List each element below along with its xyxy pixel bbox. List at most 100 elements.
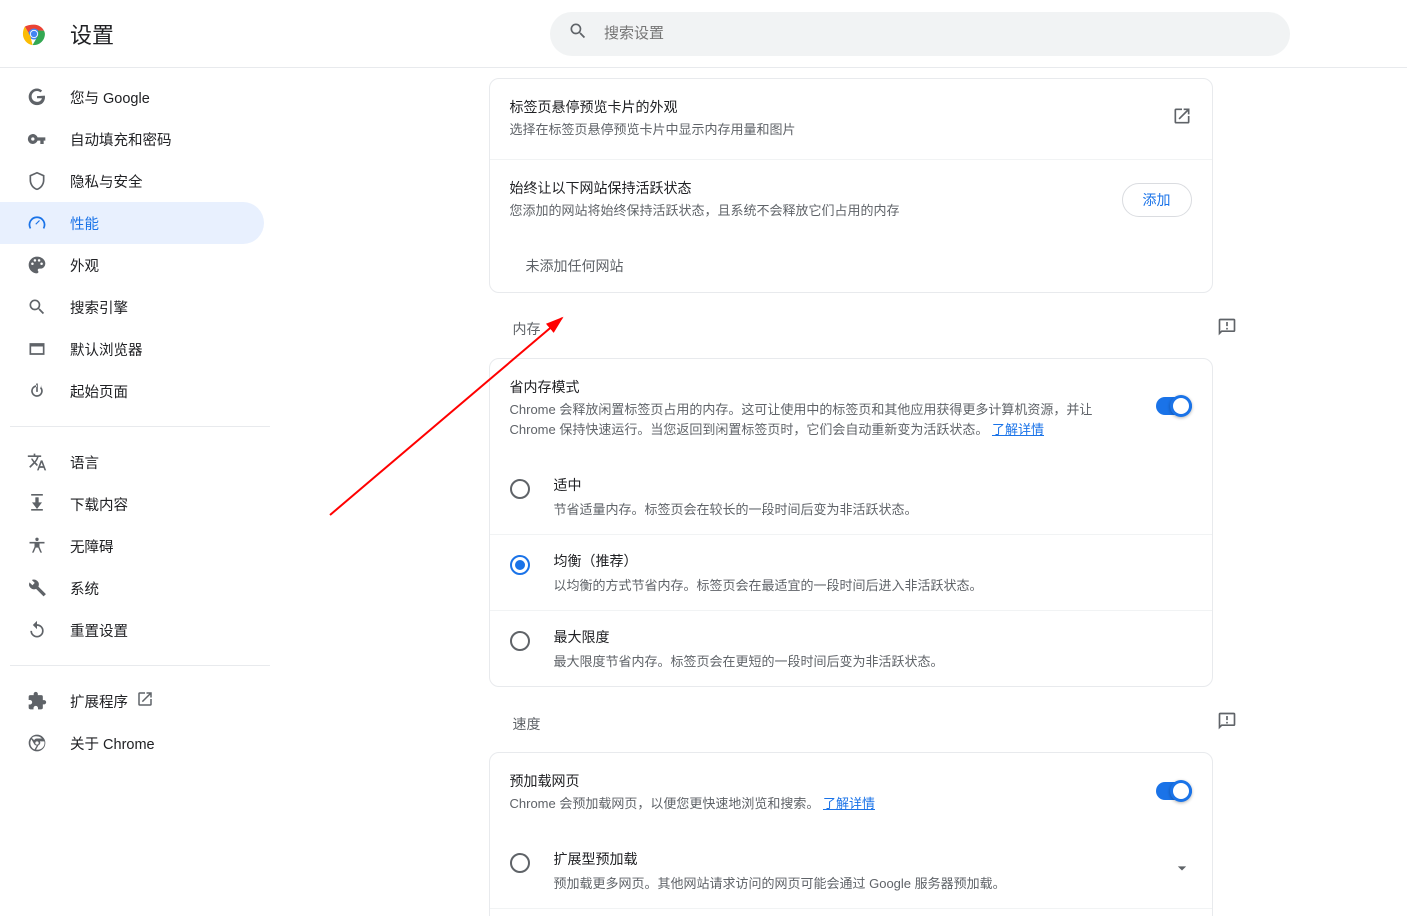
- radio-button[interactable]: [510, 479, 530, 499]
- sidebar-item-search-engine[interactable]: 搜索引擎: [0, 286, 264, 328]
- sidebar-item-label: 默认浏览器: [70, 339, 143, 360]
- row-title: 预加载网页: [510, 771, 1136, 792]
- sidebar-item-system[interactable]: 系统: [0, 567, 264, 609]
- chrome-outline-icon: [26, 732, 48, 754]
- download-icon: [26, 493, 48, 515]
- row-subtitle: Chrome 会释放闲置标签页占用的内存。这可让使用中的标签页和其他应用获得更多…: [510, 400, 1136, 442]
- radio-option-maximum[interactable]: 最大限度 最大限度节省内存。标签页会在更短的一段时间后变为非活跃状态。: [490, 610, 1212, 686]
- radio-option-extended-preload[interactable]: 扩展型预加载 预加载更多网页。其他网站请求访问的网页可能会通过 Google 服…: [490, 833, 1212, 908]
- sidebar-item-label: 扩展程序: [70, 691, 128, 712]
- sidebar-item-reset[interactable]: 重置设置: [0, 609, 264, 651]
- sidebar-item-label: 起始页面: [70, 381, 128, 402]
- chrome-logo-icon: [20, 20, 48, 48]
- card-preload: 预加载网页 Chrome 会预加载网页，以便您更快速地浏览和搜索。 了解详情 扩…: [489, 752, 1213, 916]
- empty-list-message: 未添加任何网站: [490, 240, 1212, 292]
- translate-icon: [26, 451, 48, 473]
- palette-icon: [26, 254, 48, 276]
- sidebar-item-downloads[interactable]: 下载内容: [0, 483, 264, 525]
- sidebar-item-appearance[interactable]: 外观: [0, 244, 264, 286]
- sidebar-item-label: 自动填充和密码: [70, 129, 172, 150]
- key-icon: [26, 128, 48, 150]
- row-title: 标签页悬停预览卡片的外观: [510, 97, 1152, 118]
- sidebar-item-default-browser[interactable]: 默认浏览器: [0, 328, 264, 370]
- reset-icon: [26, 619, 48, 641]
- sidebar-item-accessibility[interactable]: 无障碍: [0, 525, 264, 567]
- sidebar-item-label: 重置设置: [70, 620, 128, 641]
- feedback-icon[interactable]: [1217, 711, 1237, 736]
- setting-row-always-active: 始终让以下网站保持活跃状态 您添加的网站将始终保持活跃状态，且系统不会释放它们占…: [490, 159, 1212, 240]
- divider: [10, 426, 270, 427]
- sidebar-item-label: 关于 Chrome: [70, 733, 155, 754]
- power-icon: [26, 380, 48, 402]
- sidebar-item-label: 系统: [70, 578, 99, 599]
- google-g-icon: [26, 86, 48, 108]
- sidebar-item-languages[interactable]: 语言: [0, 441, 264, 483]
- option-subtitle: 以均衡的方式节省内存。标签页会在最适宜的一段时间后进入非活跃状态。: [554, 575, 1192, 594]
- section-header-memory: 内存: [513, 317, 1237, 342]
- search-input[interactable]: [604, 25, 1272, 42]
- speedometer-icon: [26, 212, 48, 234]
- sidebar-item-label: 外观: [70, 255, 99, 276]
- row-title: 始终让以下网站保持活跃状态: [510, 178, 1102, 199]
- sidebar-item-label: 搜索引擎: [70, 297, 128, 318]
- radio-button[interactable]: [510, 853, 530, 873]
- sidebar-item-extensions[interactable]: 扩展程序: [0, 680, 264, 722]
- magnify-icon: [26, 296, 48, 318]
- sidebar-item-label: 下载内容: [70, 494, 128, 515]
- learn-more-link[interactable]: 了解详情: [992, 422, 1044, 437]
- shield-icon: [26, 170, 48, 192]
- option-subtitle: 预加载更多网页。其他网站请求访问的网页可能会通过 Google 服务器预加载。: [554, 873, 1160, 892]
- sidebar-item-label: 无障碍: [70, 536, 114, 557]
- option-title: 扩展型预加载: [554, 849, 1160, 869]
- card-memory-saver: 省内存模式 Chrome 会释放闲置标签页占用的内存。这可让使用中的标签页和其他…: [489, 358, 1213, 688]
- option-subtitle: 最大限度节省内存。标签页会在更短的一段时间后变为非活跃状态。: [554, 651, 1192, 670]
- extension-icon: [26, 690, 48, 712]
- sidebar-item-label: 性能: [70, 213, 99, 234]
- radio-button[interactable]: [510, 631, 530, 651]
- open-in-new-icon: [136, 690, 154, 713]
- sidebar-item-on-startup[interactable]: 起始页面: [0, 370, 264, 412]
- card-hover-cards: 标签页悬停预览卡片的外观 选择在标签页悬停预览卡片中显示内存用量和图片 始终让以…: [489, 78, 1213, 293]
- section-header-speed: 速度: [513, 711, 1237, 736]
- wrench-icon: [26, 577, 48, 599]
- add-button[interactable]: 添加: [1122, 183, 1192, 217]
- option-title: 均衡（推荐）: [554, 551, 1192, 571]
- setting-row-preload: 预加载网页 Chrome 会预加载网页，以便您更快速地浏览和搜索。 了解详情: [490, 753, 1212, 833]
- section-title: 内存: [513, 319, 541, 339]
- feedback-icon[interactable]: [1217, 317, 1237, 342]
- option-title: 最大限度: [554, 627, 1192, 647]
- preload-toggle[interactable]: [1156, 782, 1192, 800]
- setting-row-hover-card[interactable]: 标签页悬停预览卡片的外观 选择在标签页悬停预览卡片中显示内存用量和图片: [490, 79, 1212, 159]
- radio-option-standard-preload[interactable]: 标准预加载 预加载您访问的部分网页: [490, 908, 1212, 916]
- row-title: 省内存模式: [510, 377, 1136, 398]
- sidebar-item-you-and-google[interactable]: 您与 Google: [0, 76, 264, 118]
- sidebar: 您与 Google 自动填充和密码 隐私与安全 性能 外观 搜索引擎 默认浏览器…: [0, 68, 270, 916]
- accessibility-icon: [26, 535, 48, 557]
- row-subtitle: 您添加的网站将始终保持活跃状态，且系统不会释放它们占用的内存: [510, 201, 1102, 222]
- option-title: 适中: [554, 475, 1192, 495]
- page-title: 设置: [70, 18, 550, 50]
- search-icon: [568, 21, 588, 46]
- sidebar-item-performance[interactable]: 性能: [0, 202, 264, 244]
- sidebar-item-label: 您与 Google: [70, 87, 150, 108]
- memory-saver-toggle[interactable]: [1156, 397, 1192, 415]
- sidebar-item-label: 语言: [70, 452, 99, 473]
- setting-row-memory-saver: 省内存模式 Chrome 会释放闲置标签页占用的内存。这可让使用中的标签页和其他…: [490, 359, 1212, 460]
- row-subtitle: Chrome 会预加载网页，以便您更快速地浏览和搜索。 了解详情: [510, 794, 1136, 815]
- chevron-down-icon[interactable]: [1172, 858, 1192, 883]
- browser-icon: [26, 338, 48, 360]
- open-in-new-icon: [1172, 106, 1192, 131]
- search-box[interactable]: [550, 12, 1290, 56]
- divider: [10, 665, 270, 666]
- radio-option-moderate[interactable]: 适中 节省适量内存。标签页会在较长的一段时间后变为非活跃状态。: [490, 459, 1212, 534]
- radio-button[interactable]: [510, 555, 530, 575]
- section-title: 速度: [513, 714, 541, 734]
- sidebar-item-about[interactable]: 关于 Chrome: [0, 722, 264, 764]
- learn-more-link[interactable]: 了解详情: [823, 796, 875, 811]
- sidebar-item-privacy[interactable]: 隐私与安全: [0, 160, 264, 202]
- sidebar-item-autofill[interactable]: 自动填充和密码: [0, 118, 264, 160]
- radio-option-balanced[interactable]: 均衡（推荐） 以均衡的方式节省内存。标签页会在最适宜的一段时间后进入非活跃状态。: [490, 534, 1212, 610]
- sidebar-item-label: 隐私与安全: [70, 171, 143, 192]
- row-subtitle: 选择在标签页悬停预览卡片中显示内存用量和图片: [510, 120, 1152, 141]
- option-subtitle: 节省适量内存。标签页会在较长的一段时间后变为非活跃状态。: [554, 499, 1192, 518]
